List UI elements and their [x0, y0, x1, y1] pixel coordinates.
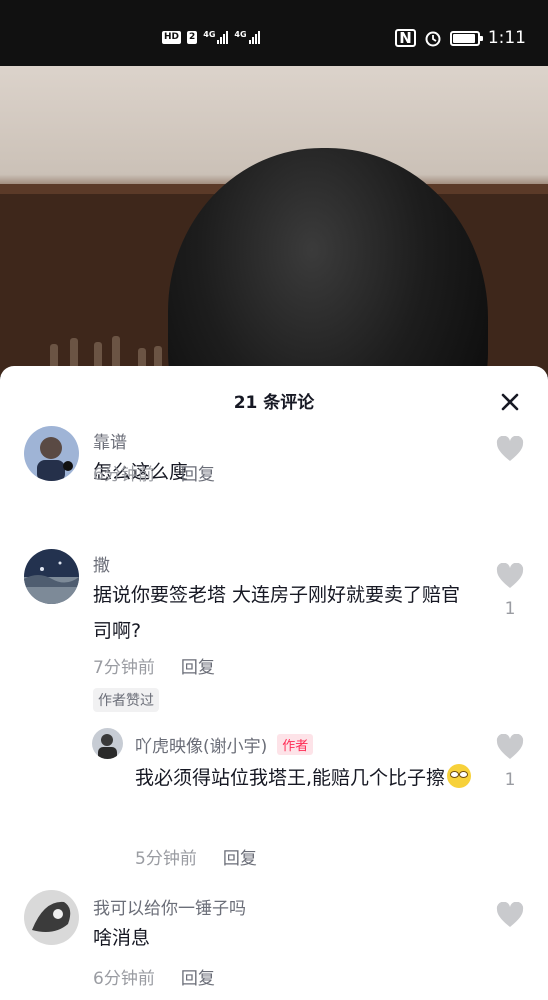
alarm-icon: [425, 31, 441, 47]
username-text: 吖虎映像(谢小宇): [135, 737, 268, 757]
reply-button[interactable]: 回复: [181, 653, 215, 678]
comment-text: 啥消息: [93, 927, 151, 949]
network-indicators: HD 2 4G 4G: [162, 30, 260, 44]
nfc-icon: N: [395, 29, 416, 47]
avatar[interactable]: [24, 890, 79, 945]
comment-time: 7分钟前: [93, 658, 155, 678]
like-count: 1: [504, 770, 516, 790]
avatar[interactable]: [92, 728, 123, 759]
heart-icon: [496, 562, 524, 588]
heart-icon: [496, 901, 524, 927]
comment-meta: 5分钟前 回复: [135, 844, 257, 869]
video-player[interactable]: [0, 66, 548, 376]
hd-slot-badge: 2: [187, 30, 198, 44]
comment-time: 6分钟前: [93, 969, 155, 989]
system-indicators: N 1:11: [395, 28, 526, 48]
reply-button[interactable]: 回复: [181, 460, 215, 485]
comment-username[interactable]: 吖虎映像(谢小宇) 作者: [135, 732, 314, 757]
comment-meta: 7分钟前 回复: [93, 653, 215, 678]
close-button[interactable]: [498, 390, 522, 414]
like-count: 1: [504, 599, 516, 619]
comment-time: 5分钟前: [135, 849, 197, 869]
person-head: [168, 148, 488, 376]
clock: 1:11: [487, 28, 526, 48]
avatar[interactable]: [24, 549, 79, 604]
comment-text: 我必须得站位我塔王,能赔几个比子擦: [135, 760, 485, 796]
hd-badge: HD: [162, 30, 182, 44]
avatar[interactable]: [24, 426, 79, 481]
signal-icon: 4G: [203, 30, 229, 44]
comment-meta: 6分钟前 回复: [93, 964, 215, 989]
comment-sheet: 21 条评论 靠谱 怎么这么廋 6分钟前 回复 撒 据说你要签老塔 大连房子刚好…: [0, 366, 548, 1000]
comment-username[interactable]: 撒: [93, 551, 110, 576]
background-figurines: [50, 334, 170, 368]
comment-time: 6分钟前: [93, 465, 155, 485]
author-tag: 作者: [277, 734, 314, 755]
comment-username[interactable]: 靠谱: [93, 428, 127, 453]
comment-item: 撒 据说你要签老塔 大连房子刚好就要卖了赔官司啊? 7分钟前 回复 作者赞过 1: [0, 549, 548, 719]
close-icon: [501, 393, 519, 411]
heart-icon: [496, 435, 524, 461]
comment-item: 靠谱 怎么这么廋 6分钟前 回复: [0, 426, 548, 546]
author-liked-badge: 作者赞过: [93, 688, 159, 712]
like-button[interactable]: [495, 435, 525, 466]
reply-button[interactable]: 回复: [181, 964, 215, 989]
like-button[interactable]: 1: [495, 733, 525, 790]
like-button[interactable]: [495, 901, 525, 932]
comment-username[interactable]: 我可以给你一锤子吗: [93, 894, 246, 919]
network-type-label-2: 4G: [234, 30, 247, 39]
reply-item: 吖虎映像(谢小宇) 作者 我必须得站位我塔王,能赔几个比子擦 5分钟前 回复 1: [0, 728, 548, 869]
heart-icon: [496, 733, 524, 759]
status-bar: HD 2 4G 4G N 1:11: [0, 0, 548, 66]
comment-item: 我可以给你一锤子吗 啥消息 6分钟前 回复: [0, 890, 548, 1000]
comment-text-content: 我必须得站位我塔王,能赔几个比子擦: [135, 767, 446, 789]
comment-count-title: 21 条评论: [233, 393, 315, 413]
signal-icon-2: 4G: [234, 30, 260, 44]
grinning-emoji-icon: [447, 764, 472, 788]
like-button[interactable]: 1: [495, 562, 525, 619]
comment-meta: 6分钟前 回复: [93, 460, 215, 485]
battery-icon: [449, 30, 483, 46]
reply-button[interactable]: 回复: [223, 844, 257, 869]
comment-text: 据说你要签老塔 大连房子刚好就要卖了赔官司啊?: [93, 584, 461, 642]
network-type-label: 4G: [203, 30, 216, 39]
